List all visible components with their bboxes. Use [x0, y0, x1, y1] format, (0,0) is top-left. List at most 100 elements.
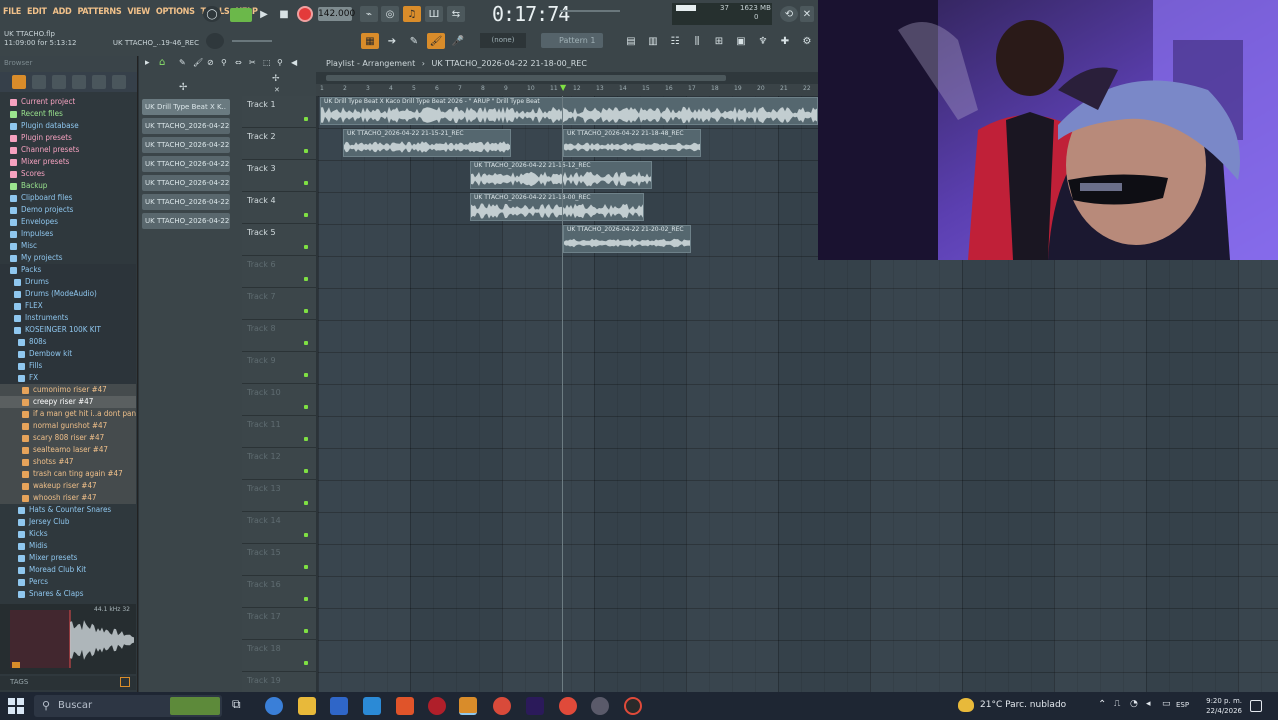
audio-clip[interactable]: UK Drill Type Beat X Kaco Drill Type Bea… [320, 97, 818, 125]
help-icon[interactable]: ✚ [776, 33, 794, 49]
browser-item[interactable]: Envelopes [0, 216, 136, 228]
pattern-item[interactable]: UK TTACHO_2026-04-22 2.. [142, 118, 230, 134]
browser-item[interactable]: Fills [0, 360, 136, 372]
playback-tool-icon[interactable]: ◀ [291, 58, 297, 67]
track-mute-led[interactable] [304, 501, 308, 505]
overview-handle[interactable] [326, 75, 726, 81]
track-mute-led[interactable] [304, 149, 308, 153]
tempo-nudge-slider[interactable] [232, 40, 272, 42]
browser-item[interactable]: Jersey Club [0, 516, 136, 528]
browser-item[interactable]: Percs [0, 576, 136, 588]
browser-item[interactable]: Clipboard files [0, 192, 136, 204]
collapse-icon[interactable]: ✕ [274, 86, 280, 94]
delete-tool-icon[interactable]: ⊘ [207, 58, 214, 67]
track-header[interactable]: Track 7 [242, 288, 316, 320]
network-icon[interactable]: ⎍ [1114, 699, 1120, 709]
track-mute-led[interactable] [304, 661, 308, 665]
browser-item[interactable]: whoosh riser #47 [0, 492, 136, 504]
browser-item[interactable]: Instruments [0, 312, 136, 324]
track-header[interactable]: Track 8 [242, 320, 316, 352]
volume-icon[interactable]: ◂ [1146, 699, 1151, 709]
menu-patterns[interactable]: PATTERNS [74, 3, 124, 23]
browser-item[interactable]: Channel presets [0, 144, 136, 156]
pattern-item[interactable]: UK TTACHO_2026-04-22 2.. [142, 156, 230, 172]
task-view-icon[interactable]: ⧉ [232, 697, 250, 715]
notifications-icon[interactable] [1250, 700, 1262, 712]
browser-tags-icon[interactable] [72, 75, 86, 89]
menu-file[interactable]: FILE [0, 3, 24, 23]
browser-item[interactable]: trash can ting again #47 [0, 468, 136, 480]
browser-item[interactable]: Demo projects [0, 204, 136, 216]
file-explorer-icon[interactable] [298, 697, 316, 715]
track-mute-led[interactable] [304, 309, 308, 313]
paint-tool-icon[interactable]: 🖌 [193, 58, 203, 67]
track-header[interactable]: Track 11 [242, 416, 316, 448]
browser-all-icon[interactable] [12, 75, 26, 89]
browser-item[interactable]: Misc [0, 240, 136, 252]
browser-item[interactable]: Drums (ModeAudio) [0, 288, 136, 300]
loop-record-button[interactable]: ⇆ [447, 6, 465, 22]
fl-studio-icon[interactable] [459, 697, 477, 715]
store-icon[interactable] [330, 697, 348, 715]
language-indicator[interactable]: ESP [1176, 701, 1189, 709]
song-position-marker[interactable]: ▼ [560, 83, 566, 92]
audio-clip[interactable]: UK TTACHO_2026-04-22 21-20-02_REC [563, 225, 691, 253]
track-mute-led[interactable] [304, 117, 308, 121]
obs-icon[interactable] [624, 697, 642, 715]
browser-item[interactable]: Kicks [0, 528, 136, 540]
track-header[interactable]: Track 15 [242, 544, 316, 576]
track-mute-led[interactable] [304, 405, 308, 409]
browser-plugins-icon[interactable] [52, 75, 66, 89]
pattern-item[interactable]: UK Drill Type Beat X K.. [142, 99, 230, 115]
add-pattern-icon[interactable]: ✢ [179, 82, 187, 93]
track-mute-led[interactable] [304, 341, 308, 345]
track-header[interactable]: Track 2 [242, 128, 316, 160]
playlist-menu-icon[interactable]: ▸ [145, 58, 150, 68]
browser-item[interactable]: My projects [0, 252, 136, 264]
menu-view[interactable]: VIEW [124, 3, 153, 23]
track-header[interactable]: Track 18 [242, 640, 316, 672]
playlist-scroll-overview[interactable] [316, 72, 818, 84]
menu-edit[interactable]: EDIT [24, 3, 50, 23]
browser-item[interactable]: Dembow kit [0, 348, 136, 360]
channel-rack-icon[interactable]: ☷ [666, 33, 684, 49]
close-icon[interactable]: ✕ [800, 6, 814, 22]
track-header[interactable]: Track 17 [242, 608, 316, 640]
track-mute-led[interactable] [304, 213, 308, 217]
browser-item[interactable]: normal gunshot #47 [0, 420, 136, 432]
track-mute-led[interactable] [304, 277, 308, 281]
taskbar-weather[interactable]: 21°C Parc. nublado [980, 700, 1066, 710]
browser-files-icon[interactable] [32, 75, 46, 89]
piano-roll-icon[interactable]: ▥ [644, 33, 662, 49]
media-player-icon[interactable] [591, 697, 609, 715]
track-header[interactable]: Track 6 [242, 256, 316, 288]
browser-item[interactable]: sealteamo laser #47 [0, 444, 136, 456]
track-mute-led[interactable] [304, 597, 308, 601]
track-header[interactable]: Track 4 [242, 192, 316, 224]
chevron-up-icon[interactable]: ⌃ [1098, 699, 1106, 710]
playlist-icon[interactable]: ▤ [622, 33, 640, 49]
browser-item[interactable]: FLEX [0, 300, 136, 312]
pattern-song-toggle[interactable] [230, 8, 252, 22]
wifi-icon[interactable]: ◔ [1130, 699, 1138, 709]
audio-clip[interactable]: UK TTACHO_2026-04-22 21-18-48_REC [563, 129, 701, 157]
timeline-ruler[interactable]: ▼ 1 2 3 4 5 6 7 8 9 10 11 12 13 14 15 16 17 18 19 20 21 22 [316, 83, 818, 96]
battery-icon[interactable]: ▭ [1162, 699, 1171, 709]
track-mute-led[interactable] [304, 469, 308, 473]
browser-item[interactable]: scary 808 riser #47 [0, 432, 136, 444]
track-header[interactable]: Track 5 [242, 224, 316, 256]
record-button[interactable] [297, 6, 313, 22]
chrome-icon[interactable] [493, 697, 511, 715]
wait-input-button[interactable]: ◎ [381, 6, 399, 22]
track-mute-led[interactable] [304, 181, 308, 185]
playlist-snap-icon[interactable]: ⌂ [159, 57, 165, 68]
browser-tags-bar[interactable]: TAGS [0, 676, 136, 690]
audio-clip[interactable]: UK TTACHO_2026-04-22 21-15-21_REC [343, 129, 511, 157]
browser-item[interactable]: Plugin database [0, 120, 136, 132]
track-header[interactable]: Track 13 [242, 480, 316, 512]
mute-tool-icon[interactable]: ⚲ [221, 58, 227, 67]
browser-item[interactable]: Midis [0, 540, 136, 552]
browser-item[interactable]: cumonimo riser #47 [0, 384, 136, 396]
browser-item[interactable]: creepy riser #47 [0, 396, 136, 408]
browser-item[interactable]: Hats & Counter Snares [0, 504, 136, 516]
